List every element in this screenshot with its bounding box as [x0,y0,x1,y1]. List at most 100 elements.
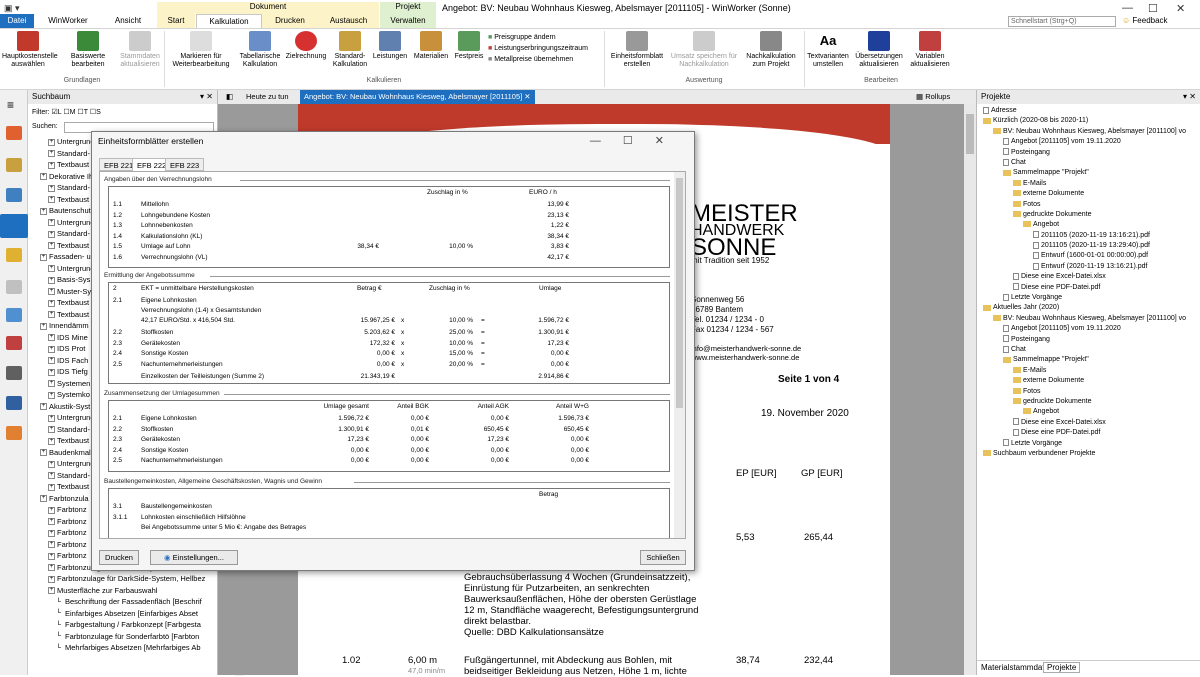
calendar-nav-icon[interactable] [6,126,22,140]
contacts-nav-icon[interactable] [6,188,22,202]
textvarianten-button[interactable]: Aa Textvarianten umstellen [806,31,850,69]
expand-icon[interactable]: + [48,161,55,169]
scrollbar-thumb[interactable] [676,178,683,408]
standard-kalkulation-button[interactable]: Standard-Kalkulation [328,31,372,69]
project-tree-item[interactable]: Sammelmappe "Projekt" [979,355,1199,365]
quick-access-toolbar[interactable]: ▣ ▾ [4,3,20,14]
gear-nav-icon[interactable] [6,396,22,410]
tab-austausch[interactable]: Austausch [318,14,379,28]
zielrechnung-button[interactable]: Zielrechnung [284,31,328,61]
nachkalkulation-button[interactable]: Nachkalkulation zum Projekt [740,31,802,69]
filter-t-checkbox[interactable]: ☐T [77,109,87,116]
umsatz-speichern-button[interactable]: Umsatz speichern für Nachkalkulation [668,31,740,69]
expand-icon[interactable]: + [48,288,55,296]
expand-icon[interactable]: + [48,518,55,526]
project-tree-item[interactable]: Fotos [979,200,1199,210]
tree-item[interactable]: + Farbtonzulage für DarkSide-System, Hell… [28,573,208,585]
expand-icon[interactable]: + [48,483,55,491]
materialien-button[interactable]: Materialien [410,31,452,61]
list-nav-icon[interactable] [6,308,22,322]
expand-icon[interactable]: + [48,150,55,158]
expand-icon[interactable]: + [48,184,55,192]
uebersetzungen-button[interactable]: Übersetzungen aktualisieren [852,31,906,69]
tab-start[interactable]: Start [157,14,195,28]
expand-icon[interactable]: + [40,207,47,215]
project-tree-item[interactable]: externe Dokumente [979,189,1199,199]
expand-icon[interactable]: + [48,242,55,250]
project-tree-item[interactable]: externe Dokumente [979,376,1199,386]
expand-icon[interactable]: L [56,644,63,652]
project-tree-item[interactable]: Posteingang [979,148,1199,158]
tools-nav-icon[interactable] [6,280,22,294]
expand-icon[interactable]: + [48,276,55,284]
expand-icon[interactable]: + [40,449,47,457]
boxes-nav-icon[interactable] [6,426,22,440]
shapes-nav-icon[interactable] [6,336,22,350]
project-tree-item[interactable]: Kürzlich (2020-08 bis 2020-11) [979,116,1199,126]
markieren-button[interactable]: Markieren für Weiterbearbeitung [168,31,234,69]
filter-l-checkbox[interactable]: ☑L [51,109,61,116]
project-tree-item[interactable]: Posteingang [979,335,1199,345]
tab-efb-223[interactable]: EFB 223 [165,158,205,171]
einstellungen-button[interactable]: ◉ Einstellungen... [150,550,238,565]
document-scrollbar[interactable] [964,104,976,675]
project-tree-item[interactable]: Diese eine PDF-Datei.pdf [979,283,1199,293]
sidebar-toggle-icon[interactable]: ◧ [222,90,237,104]
project-tree-item[interactable]: Chat [979,345,1199,355]
expand-icon[interactable]: + [48,506,55,514]
project-tree-item[interactable]: Diese eine PDF-Datei.pdf [979,428,1199,438]
project-tree-item[interactable]: Adresse [979,106,1199,116]
expand-icon[interactable]: + [48,219,55,227]
filter-m-checkbox[interactable]: ☐M [63,109,75,116]
expand-icon[interactable]: + [40,322,47,330]
project-tree-item[interactable]: E-Mails [979,366,1199,376]
scrollbar-thumb[interactable] [966,114,974,154]
tab-kalkulation[interactable]: Kalkulation [196,14,262,28]
tree-item[interactable]: L Beschriftung der Fassadenfläch [Beschri… [28,596,208,608]
tree-item[interactable]: L Einfarbiges Absetzen [Einfarbiges Abset [28,608,208,620]
project-tree-item[interactable]: Letzte Vorgänge [979,293,1199,303]
rollups-button[interactable]: ▦ Rollups [912,90,954,104]
variablen-button[interactable]: Variablen aktualisieren [906,31,954,69]
expand-icon[interactable]: + [48,196,55,204]
festpreis-button[interactable]: Festpreis [452,31,486,61]
expand-icon[interactable]: + [48,575,55,583]
expand-icon[interactable]: L [56,609,63,617]
expand-icon[interactable]: + [48,437,55,445]
project-tree-item[interactable]: BV: Neubau Wohnhaus Kiesweg, Abelsmayer … [979,314,1199,324]
project-tree-item[interactable]: BV: Neubau Wohnhaus Kiesweg, Abelsmayer … [979,127,1199,137]
project-tree-item[interactable]: gedruckte Dokumente [979,397,1199,407]
expand-icon[interactable]: L [56,632,63,640]
tab-heute-zu-tun[interactable]: Heute zu tun [242,90,293,104]
tree-item[interactable]: L Mehrfarbiges Absetzen [Mehrfarbiges Ab [28,642,208,654]
tab-drucken[interactable]: Drucken [262,14,318,28]
project-tree-item[interactable]: Diese eine Excel-Datei.xlsx [979,418,1199,428]
tab-ansicht[interactable]: Ansicht [100,14,156,28]
expand-icon[interactable]: + [48,311,55,319]
tree-item[interactable]: L Farbtonzulage für Sonderfarbtö [Farbton [28,631,208,643]
tree-item[interactable]: L Farbgestaltung / Farbkonzept [Farbgesta [28,619,208,631]
leistungserbringung-button[interactable]: ■ Leistungserbringungszeitraum [488,44,588,54]
project-tree-item[interactable]: Angebot [979,220,1199,230]
expand-icon[interactable]: + [48,334,55,342]
expand-icon[interactable]: + [40,403,47,411]
project-tree-item[interactable]: Entwurf (1600-01-01 00:00:00).pdf [979,251,1199,261]
expand-icon[interactable]: + [48,472,55,480]
feedback-button[interactable]: ☺ Feedback [1122,16,1168,25]
expand-icon[interactable]: + [48,426,55,434]
quick-search-input[interactable]: Schnellstart (Strg+Q) [1008,16,1116,27]
project-tree-item[interactable]: Suchbaum verbundener Projekte [979,449,1199,459]
metallpreise-button[interactable]: ■ Metallpreise übernehmen [488,55,573,65]
project-tree-item[interactable]: Entwurf (2020-11-19 13:16:21).pdf [979,262,1199,272]
einheitsformblatt-button[interactable]: Einheitsformblatt erstellen [606,31,668,69]
pin-close-icons[interactable]: ▾ ✕ [200,90,213,104]
expand-icon[interactable]: + [48,357,55,365]
expand-icon[interactable]: + [48,345,55,353]
expand-icon[interactable]: + [48,414,55,422]
dialog-scrollbar[interactable] [674,172,685,538]
folder-nav-icon[interactable] [6,158,22,172]
document-nav-icon[interactable] [0,214,28,238]
preisgruppe-button[interactable]: ■ Preisgruppe ändern [488,33,556,43]
expand-icon[interactable]: + [40,495,47,503]
expand-icon[interactable]: + [48,380,55,388]
